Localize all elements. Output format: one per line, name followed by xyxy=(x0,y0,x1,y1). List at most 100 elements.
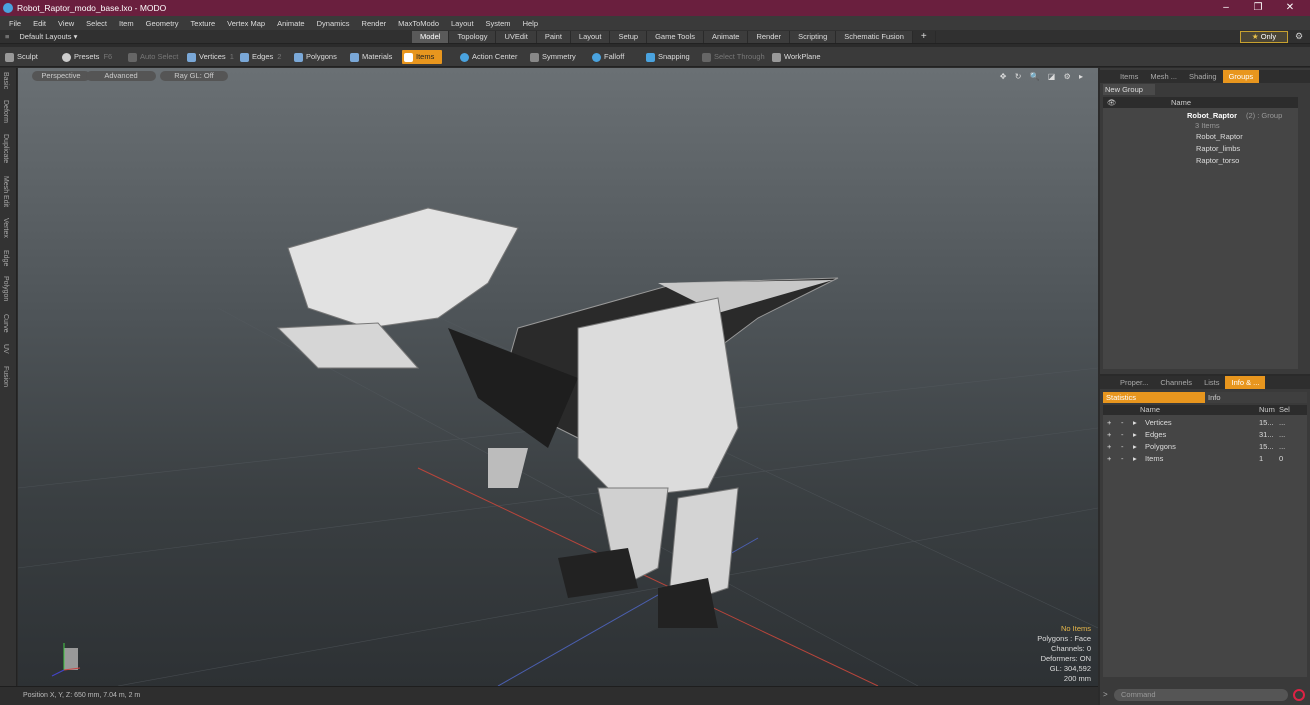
3d-viewport[interactable]: Perspective Advanced Ray GL: Off ✥ ↻ 🔍 ◪… xyxy=(18,68,1098,686)
table-row[interactable]: + - ▸ Edges 31... ... xyxy=(1103,429,1307,441)
panel-tab-mesh[interactable]: Mesh ... xyxy=(1144,70,1183,83)
presets-button[interactable]: Presets F6 xyxy=(60,50,112,64)
materials-button[interactable]: Materials xyxy=(348,50,392,64)
left-tab-curve[interactable]: Curve xyxy=(2,314,9,333)
collapse-minus-icon[interactable]: - xyxy=(1121,429,1124,441)
table-row[interactable]: + - ▸ Vertices 15... ... xyxy=(1103,417,1307,429)
workplane-button[interactable]: WorkPlane xyxy=(770,50,821,64)
collapse-minus-icon[interactable]: - xyxy=(1121,453,1124,465)
add-tab-button[interactable]: + xyxy=(913,31,936,43)
tab-scripting[interactable]: Scripting xyxy=(790,31,837,43)
left-tab-vertex[interactable]: Vertex xyxy=(2,218,9,238)
group-child-row[interactable]: Raptor_limbs xyxy=(1103,143,1298,155)
left-tab-mesh-edit[interactable]: Mesh Edit xyxy=(2,176,9,207)
info-tab[interactable]: Info xyxy=(1205,392,1307,403)
items-button[interactable]: Items xyxy=(402,50,443,64)
edges-button[interactable]: Edges 2 xyxy=(238,50,281,64)
left-tab-fusion[interactable]: Fusion xyxy=(2,366,9,387)
snapping-button[interactable]: Snapping xyxy=(644,50,690,64)
menu-maxtomodo[interactable]: MaxToModo xyxy=(392,19,445,28)
close-button[interactable]: ✕ xyxy=(1274,0,1306,16)
tab-render[interactable]: Render xyxy=(748,31,791,43)
viewport-nav-icons[interactable]: ✥ ↻ 🔍 ◪ ⚙ ▸ xyxy=(1000,72,1086,81)
maximize-button[interactable]: ❐ xyxy=(1242,0,1274,16)
tab-uvedit[interactable]: UVEdit xyxy=(496,31,537,43)
menu-select[interactable]: Select xyxy=(80,19,113,28)
menu-edit[interactable]: Edit xyxy=(27,19,52,28)
collapse-minus-icon[interactable]: - xyxy=(1121,441,1124,453)
symmetry-button[interactable]: Symmetry xyxy=(528,50,576,64)
minimize-button[interactable]: – xyxy=(1210,0,1242,16)
auto-select-button[interactable]: Auto Select xyxy=(126,50,178,64)
new-group-button[interactable]: New Group xyxy=(1103,84,1155,95)
menu-layout[interactable]: Layout xyxy=(445,19,480,28)
tab-topology[interactable]: Topology xyxy=(449,31,497,43)
viewport-scene xyxy=(18,207,1098,686)
polygons-icon xyxy=(294,53,303,62)
tab-paint[interactable]: Paint xyxy=(536,31,571,43)
only-toggle[interactable]: ★ Only xyxy=(1240,31,1288,43)
group-child-row[interactable]: Robot_Raptor xyxy=(1103,131,1298,143)
visibility-icon[interactable]: 👁 xyxy=(1107,97,1117,108)
vertices-button[interactable]: Vertices 1 xyxy=(185,50,234,64)
menu-file[interactable]: File xyxy=(3,19,27,28)
menu-dynamics[interactable]: Dynamics xyxy=(311,19,356,28)
select-through-button[interactable]: Select Through xyxy=(700,50,765,64)
left-tab-edge[interactable]: Edge xyxy=(2,250,9,266)
menu-animate[interactable]: Animate xyxy=(271,19,311,28)
falloff-button[interactable]: Falloff xyxy=(590,50,624,64)
panel-tab-info[interactable]: Info & ... xyxy=(1225,376,1266,389)
menu-vertex-map[interactable]: Vertex Map xyxy=(221,19,271,28)
perspective-button[interactable]: Perspective xyxy=(32,71,90,81)
advanced-button[interactable]: Advanced xyxy=(86,71,156,81)
sculpt-button[interactable]: Sculpt xyxy=(3,50,38,64)
stats-col-num: Num xyxy=(1259,405,1275,414)
gear-icon[interactable]: ⚙ xyxy=(1295,31,1303,42)
group-child-row[interactable]: Raptor_torso xyxy=(1103,155,1298,167)
panel-tab-items[interactable]: Items xyxy=(1114,70,1144,83)
tab-layout[interactable]: Layout xyxy=(570,31,611,43)
stat-name: Polygons xyxy=(1145,442,1176,451)
layout-selector[interactable]: Default Layouts ▾ xyxy=(19,32,77,41)
command-input[interactable]: Command xyxy=(1114,689,1288,701)
menu-help[interactable]: Help xyxy=(517,19,544,28)
expand-plus-icon[interactable]: + xyxy=(1107,429,1111,441)
panel-tab-channels[interactable]: Channels xyxy=(1154,376,1198,389)
table-row[interactable]: + - ▸ Polygons 15... ... xyxy=(1103,441,1307,453)
polygons-button[interactable]: Polygons xyxy=(292,50,337,64)
left-tab-polygon[interactable]: Polygon xyxy=(2,276,9,301)
left-tab-deform[interactable]: Deform xyxy=(2,100,9,123)
collapse-minus-icon[interactable]: - xyxy=(1121,417,1124,429)
action-center-button[interactable]: Action Center xyxy=(458,50,517,64)
tab-schematic-fusion[interactable]: Schematic Fusion xyxy=(836,31,913,43)
panel-tab-shading[interactable]: Shading xyxy=(1183,70,1223,83)
expand-plus-icon[interactable]: + xyxy=(1107,441,1111,453)
statistics-tab[interactable]: Statistics xyxy=(1103,392,1205,403)
left-tab-uv[interactable]: UV xyxy=(2,344,9,354)
falloff-icon xyxy=(592,53,601,62)
tab-game-tools[interactable]: Game Tools xyxy=(647,31,704,43)
left-tab-basic[interactable]: Basic xyxy=(2,72,9,89)
menu-geometry[interactable]: Geometry xyxy=(140,19,185,28)
menu-render[interactable]: Render xyxy=(356,19,393,28)
menu-texture[interactable]: Texture xyxy=(185,19,222,28)
menu-system[interactable]: System xyxy=(480,19,517,28)
stats-col-sel: Sel xyxy=(1279,405,1290,414)
tab-animate[interactable]: Animate xyxy=(703,31,749,43)
left-tab-duplicate[interactable]: Duplicate xyxy=(2,134,9,163)
table-row[interactable]: + - ▸ Items 1 0 xyxy=(1103,453,1307,465)
expand-plus-icon[interactable]: + xyxy=(1107,417,1111,429)
menu-view[interactable]: View xyxy=(52,19,80,28)
expand-plus-icon[interactable]: + xyxy=(1107,453,1111,465)
record-macro-icon[interactable] xyxy=(1293,689,1305,701)
layout-lock-icon[interactable]: ≡ xyxy=(5,32,9,41)
tab-setup[interactable]: Setup xyxy=(610,31,648,43)
tab-model[interactable]: Model xyxy=(412,31,450,43)
stat-name: Edges xyxy=(1145,430,1167,439)
panel-tab-lists[interactable]: Lists xyxy=(1198,376,1225,389)
panel-tab-properties[interactable]: Proper... xyxy=(1114,376,1154,389)
symmetry-icon xyxy=(530,53,539,62)
panel-tab-groups[interactable]: Groups xyxy=(1222,70,1260,83)
raygl-button[interactable]: Ray GL: Off xyxy=(160,71,228,81)
menu-item[interactable]: Item xyxy=(113,19,140,28)
